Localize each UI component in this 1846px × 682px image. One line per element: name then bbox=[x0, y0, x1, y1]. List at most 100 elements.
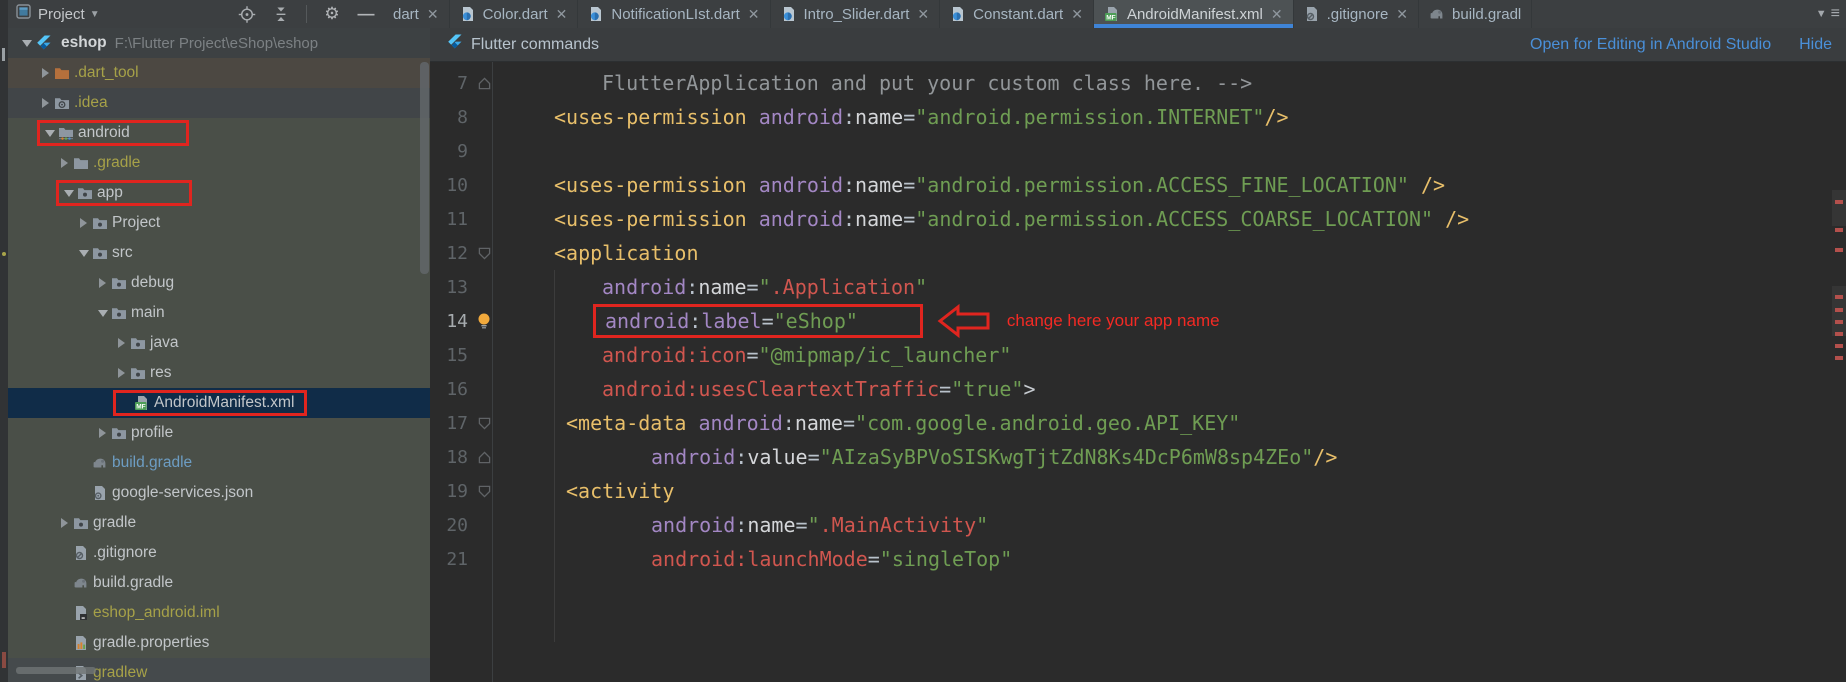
code-line-9[interactable]: 9 bbox=[430, 134, 1846, 168]
collapse-arrow-icon[interactable] bbox=[64, 190, 74, 197]
line-number[interactable]: 10 bbox=[430, 175, 472, 196]
expand-arrow-icon[interactable] bbox=[118, 368, 125, 378]
tab-list-dropdown-icon[interactable]: ▼ bbox=[1816, 8, 1827, 20]
tool-window-stripe[interactable] bbox=[0, 0, 8, 682]
code-line-11[interactable]: 11<uses-permission android:name="android… bbox=[430, 202, 1846, 236]
line-number[interactable]: 7 bbox=[430, 73, 472, 94]
fold-marker-icon[interactable] bbox=[478, 247, 491, 260]
collapse-all-icon[interactable] bbox=[272, 5, 290, 23]
code-line-8[interactable]: 8<uses-permission android:name="android.… bbox=[430, 100, 1846, 134]
tree-item-android[interactable]: android bbox=[8, 118, 430, 148]
line-number[interactable]: 12 bbox=[430, 243, 472, 264]
collapse-arrow-icon[interactable] bbox=[79, 250, 89, 257]
tree-item-build-gradle[interactable]: build.gradle bbox=[8, 568, 430, 598]
code-line-19[interactable]: 19<activity bbox=[430, 474, 1846, 508]
tab-notificationlist-dart[interactable]: NotificationLIst.dart✕ bbox=[578, 0, 770, 28]
expand-arrow-icon[interactable] bbox=[42, 98, 49, 108]
error-stripe-mark[interactable] bbox=[1835, 200, 1843, 204]
tree-item-res[interactable]: res bbox=[8, 358, 430, 388]
line-number[interactable]: 14 bbox=[430, 311, 472, 332]
tree-item-eshop-android-iml[interactable]: eshop_android.iml bbox=[8, 598, 430, 628]
expand-arrow-icon[interactable] bbox=[99, 278, 106, 288]
tab-dart[interactable]: dart✕ bbox=[383, 0, 450, 28]
tab-constant-dart[interactable]: Constant.dart✕ bbox=[940, 0, 1094, 28]
tree-item-src[interactable]: src bbox=[8, 238, 430, 268]
error-stripe-mark[interactable] bbox=[1835, 248, 1843, 252]
error-stripe-mark[interactable] bbox=[1835, 228, 1843, 232]
project-root-row[interactable]: eshop F:\Flutter Project\eShop\eshop bbox=[8, 28, 430, 58]
tree-item-main[interactable]: main bbox=[8, 298, 430, 328]
line-number[interactable]: 15 bbox=[430, 345, 472, 366]
line-number[interactable]: 9 bbox=[430, 141, 472, 162]
chevron-down-icon[interactable]: ▼ bbox=[90, 9, 100, 20]
hide-banner-link[interactable]: Hide bbox=[1799, 36, 1832, 54]
tree-item-gradle[interactable]: gradle bbox=[8, 508, 430, 538]
expand-arrow-icon[interactable] bbox=[22, 40, 32, 47]
open-in-android-studio-link[interactable]: Open for Editing in Android Studio bbox=[1530, 36, 1771, 54]
code-line-21[interactable]: 21android:launchMode="singleTop" bbox=[430, 542, 1846, 576]
tree-item-androidmanifest-xml[interactable]: MFAndroidManifest.xml bbox=[8, 388, 430, 418]
tree-item-gradle-properties[interactable]: gradle.properties bbox=[8, 628, 430, 658]
line-number[interactable]: 19 bbox=[430, 481, 472, 502]
fold-marker-icon[interactable] bbox=[478, 451, 491, 464]
locate-file-icon[interactable] bbox=[238, 5, 256, 23]
tree-item-debug[interactable]: debug bbox=[8, 268, 430, 298]
tree-item--dart-tool[interactable]: .dart_tool bbox=[8, 58, 430, 88]
close-tab-icon[interactable]: ✕ bbox=[427, 6, 439, 23]
close-tab-icon[interactable]: ✕ bbox=[556, 6, 568, 23]
tab-color-dart[interactable]: Color.dart✕ bbox=[450, 0, 579, 28]
line-number[interactable]: 11 bbox=[430, 209, 472, 230]
close-tab-icon[interactable]: ✕ bbox=[917, 6, 929, 23]
tree-item--gitignore[interactable]: .gitignore bbox=[8, 538, 430, 568]
fold-marker-icon[interactable] bbox=[478, 77, 491, 90]
tree-item-app[interactable]: app bbox=[8, 178, 430, 208]
code-line-15[interactable]: 15android:icon="@mipmap/ic_launcher" bbox=[430, 338, 1846, 372]
code-editor[interactable]: 7FlutterApplication and put your custom … bbox=[430, 62, 1846, 682]
error-stripe-mark[interactable] bbox=[1835, 332, 1843, 336]
error-stripe-mark[interactable] bbox=[1835, 320, 1843, 324]
close-tab-icon[interactable]: ✕ bbox=[1271, 6, 1283, 23]
expand-arrow-icon[interactable] bbox=[99, 428, 106, 438]
expand-arrow-icon[interactable] bbox=[61, 518, 68, 528]
tab-intro-slider-dart[interactable]: Intro_Slider.dart✕ bbox=[771, 0, 941, 28]
line-number[interactable]: 17 bbox=[430, 413, 472, 434]
tree-item--idea[interactable]: .idea bbox=[8, 88, 430, 118]
code-line-16[interactable]: 16android:usesCleartextTraffic="true"> bbox=[430, 372, 1846, 406]
intention-bulb-icon[interactable] bbox=[475, 311, 493, 331]
tab-build-gradl[interactable]: build.gradl bbox=[1419, 0, 1532, 28]
tree-item-java[interactable]: java bbox=[8, 328, 430, 358]
tree-scrollbar[interactable] bbox=[420, 62, 429, 274]
tab-menu-icon[interactable]: ≡ bbox=[1831, 5, 1840, 23]
tree-item--gradle[interactable]: .gradle bbox=[8, 148, 430, 178]
line-number[interactable]: 16 bbox=[430, 379, 472, 400]
error-stripe-mark[interactable] bbox=[1835, 344, 1843, 348]
line-number[interactable]: 8 bbox=[430, 107, 472, 128]
error-stripe-mark[interactable] bbox=[1835, 295, 1843, 299]
close-tab-icon[interactable]: ✕ bbox=[1071, 6, 1083, 23]
code-line-20[interactable]: 20android:name=".MainActivity" bbox=[430, 508, 1846, 542]
tree-horizontal-scrollbar[interactable] bbox=[16, 667, 96, 674]
line-number[interactable]: 21 bbox=[430, 549, 472, 570]
code-line-10[interactable]: 10<uses-permission android:name="android… bbox=[430, 168, 1846, 202]
gear-icon[interactable]: ⚙ bbox=[323, 5, 341, 23]
code-line-12[interactable]: 12<application bbox=[430, 236, 1846, 270]
code-line-13[interactable]: 13android:name=".Application" bbox=[430, 270, 1846, 304]
expand-arrow-icon[interactable] bbox=[118, 338, 125, 348]
error-stripe-mark[interactable] bbox=[1835, 356, 1843, 360]
error-stripe-bar[interactable] bbox=[1832, 62, 1846, 682]
line-number[interactable]: 18 bbox=[430, 447, 472, 468]
tree-item-project[interactable]: Project bbox=[8, 208, 430, 238]
tree-item-build-gradle[interactable]: build.gradle bbox=[8, 448, 430, 478]
tab--gitignore[interactable]: .gitignore✕ bbox=[1294, 0, 1419, 28]
collapse-arrow-icon[interactable] bbox=[98, 310, 108, 317]
line-number[interactable]: 20 bbox=[430, 515, 472, 536]
error-stripe-mark[interactable] bbox=[1835, 308, 1843, 312]
fold-marker-icon[interactable] bbox=[478, 417, 491, 430]
code-line-14[interactable]: 14android:label="eShop"change here your … bbox=[430, 304, 1846, 338]
collapse-arrow-icon[interactable] bbox=[45, 130, 55, 137]
expand-arrow-icon[interactable] bbox=[61, 158, 68, 168]
tree-item-google-services-json[interactable]: google-services.json bbox=[8, 478, 430, 508]
expand-arrow-icon[interactable] bbox=[42, 68, 49, 78]
fold-marker-icon[interactable] bbox=[478, 485, 491, 498]
close-tab-icon[interactable]: ✕ bbox=[748, 6, 760, 23]
